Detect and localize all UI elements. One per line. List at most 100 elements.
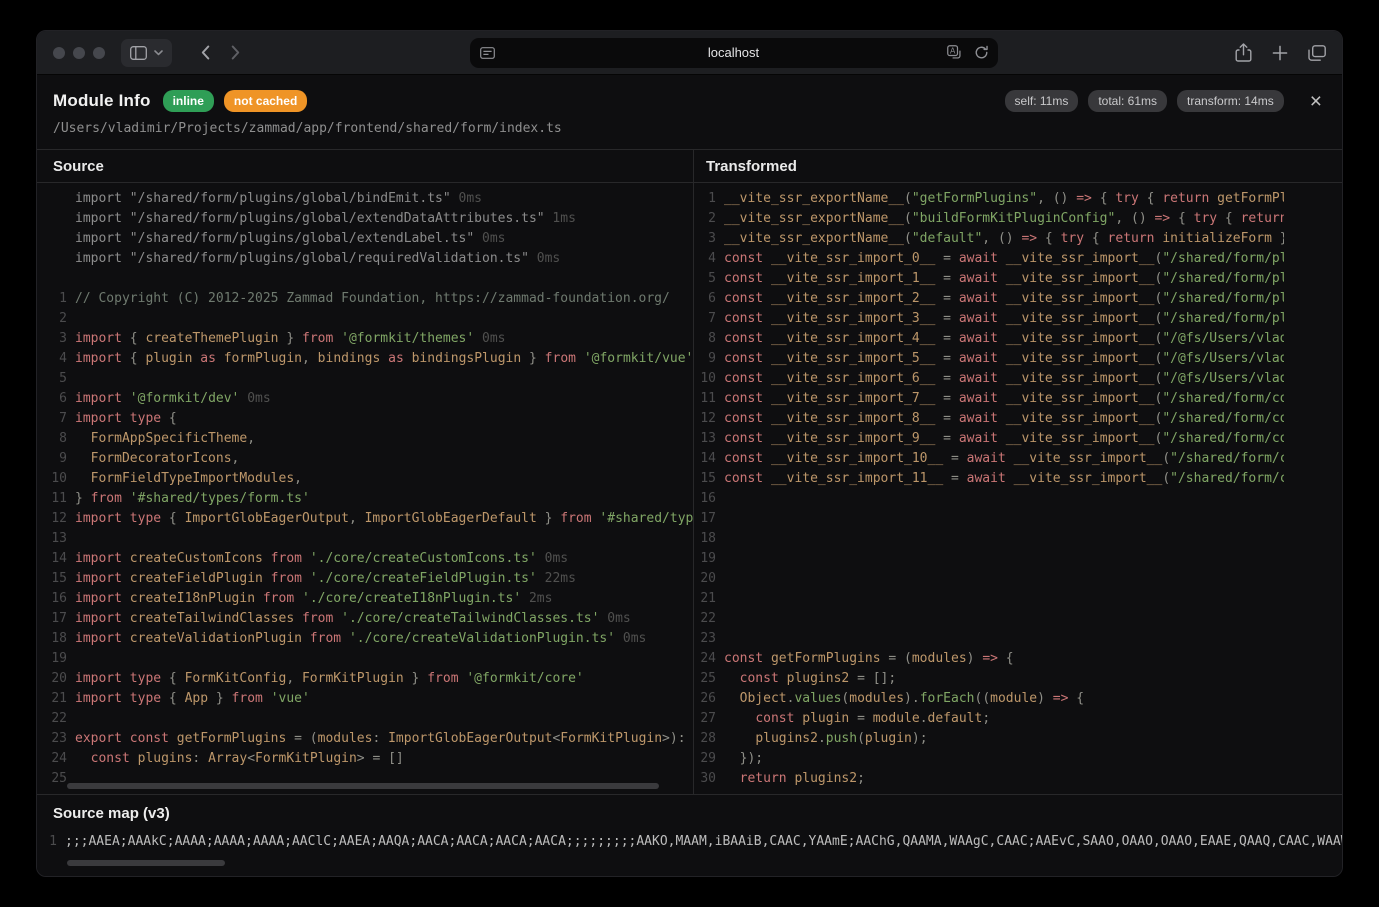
transformed-code-panel[interactable]: 1__vite_ssr_exportName__("getFormPlugins… xyxy=(693,183,1342,794)
desktop-background: localhost A xyxy=(0,0,1379,907)
sidebar-toggle-button[interactable] xyxy=(121,39,172,67)
code-line: import "/shared/form/plugins/global/bind… xyxy=(37,189,693,209)
close-window-button[interactable] xyxy=(53,47,65,59)
code-line: 23 xyxy=(694,629,1342,649)
code-line: 1;;;AAEA;AAAkC;AAAA;AAAA;AAAA;AAClC;AAEA… xyxy=(37,832,1342,852)
source-code-panel[interactable]: import "/shared/form/plugins/global/bind… xyxy=(37,183,693,794)
not-cached-badge: not cached xyxy=(224,90,307,112)
source-panel-title: Source xyxy=(37,150,693,182)
code-line: 1// Copyright (C) 2012-2025 Zammad Found… xyxy=(37,289,693,309)
code-line: 18 xyxy=(694,529,1342,549)
code-line: import "/shared/form/plugins/global/requ… xyxy=(37,249,693,269)
code-line: 7import type { xyxy=(37,409,693,429)
browser-toolbar: localhost A xyxy=(37,31,1342,75)
code-line: 2__vite_ssr_exportName__("buildFormKitPl… xyxy=(694,209,1342,229)
code-line: 12const __vite_ssr_import_8__ = await __… xyxy=(694,409,1342,429)
url-text: localhost xyxy=(470,45,998,60)
code-line: 16import createI18nPlugin from './core/c… xyxy=(37,589,693,609)
code-line: 13 xyxy=(37,529,693,549)
translate-icon[interactable]: A xyxy=(947,45,962,60)
code-line: 11} from '#shared/types/form.ts' xyxy=(37,489,693,509)
code-line: 20 xyxy=(694,569,1342,589)
code-line: 18import createValidationPlugin from './… xyxy=(37,629,693,649)
svg-text:A: A xyxy=(949,47,955,56)
code-line: 17import createTailwindClasses from './c… xyxy=(37,609,693,629)
code-line: 25 const plugins2 = []; xyxy=(694,669,1342,689)
source-horizontal-scrollbar[interactable] xyxy=(67,783,659,789)
new-tab-icon[interactable] xyxy=(1272,45,1288,61)
share-icon[interactable] xyxy=(1235,43,1252,62)
code-line: 24 const plugins: Array<FormKitPlugin> =… xyxy=(37,749,693,769)
code-line: 3import { createThemePlugin } from '@for… xyxy=(37,329,693,349)
page-title: Module Info xyxy=(53,91,151,111)
code-line: 9 FormDecoratorIcons, xyxy=(37,449,693,469)
code-line: 4import { plugin as formPlugin, bindings… xyxy=(37,349,693,369)
panel-headers: Source Transformed xyxy=(37,149,1342,183)
self-time-badge: self: 11ms xyxy=(1005,90,1079,112)
code-line: 24const getFormPlugins = (modules) => { xyxy=(694,649,1342,669)
tab-overview-icon[interactable] xyxy=(1308,45,1326,61)
toolbar-right-actions xyxy=(1235,43,1326,62)
code-line: 22 xyxy=(37,709,693,729)
transformed-code: 1__vite_ssr_exportName__("getFormPlugins… xyxy=(694,189,1342,789)
code-line: 9const __vite_ssr_import_5__ = await __v… xyxy=(694,349,1342,369)
code-line: 13const __vite_ssr_import_9__ = await __… xyxy=(694,429,1342,449)
module-inspect-page: Module Info inline not cached self: 11ms… xyxy=(37,75,1342,876)
close-icon[interactable]: × xyxy=(1306,91,1326,112)
code-line: 4const __vite_ssr_import_0__ = await __v… xyxy=(694,249,1342,269)
code-line: 14const __vite_ssr_import_10__ = await _… xyxy=(694,449,1342,469)
total-time-badge: total: 61ms xyxy=(1088,90,1167,112)
code-line: 12import type { ImportGlobEagerOutput, I… xyxy=(37,509,693,529)
code-line: 22 xyxy=(694,609,1342,629)
source-code: import "/shared/form/plugins/global/bind… xyxy=(37,189,693,789)
code-line: 15import createFieldPlugin from './core/… xyxy=(37,569,693,589)
code-line: 23export const getFormPlugins = (modules… xyxy=(37,729,693,749)
back-button[interactable] xyxy=(190,39,220,67)
sourcemap-horizontal-scrollbar[interactable] xyxy=(67,860,225,866)
sidebar-icon xyxy=(130,46,147,60)
browser-window: localhost A xyxy=(36,30,1343,877)
code-line: 14import createCustomIcons from './core/… xyxy=(37,549,693,569)
zoom-window-button[interactable] xyxy=(93,47,105,59)
code-line: 30 return plugins2; xyxy=(694,769,1342,789)
sourcemap-code: 1;;;AAEA;AAAkC;AAAA;AAAA;AAAA;AAClC;AAEA… xyxy=(37,832,1342,852)
code-line: 15const __vite_ssr_import_11__ = await _… xyxy=(694,469,1342,489)
code-line: 19 xyxy=(694,549,1342,569)
code-line: 8const __vite_ssr_import_4__ = await __v… xyxy=(694,329,1342,349)
code-line: 21 xyxy=(694,589,1342,609)
code-line: 19 xyxy=(37,649,693,669)
minimize-window-button[interactable] xyxy=(73,47,85,59)
chevron-right-icon xyxy=(231,45,240,60)
module-path: /Users/vladimir/Projects/zammad/app/fron… xyxy=(53,121,1326,136)
code-line: 7const __vite_ssr_import_3__ = await __v… xyxy=(694,309,1342,329)
code-line: 3__vite_ssr_exportName__("default", () =… xyxy=(694,229,1342,249)
reload-icon[interactable] xyxy=(974,45,989,60)
code-line: 6import '@formkit/dev' 0ms xyxy=(37,389,693,409)
code-line: 29 }); xyxy=(694,749,1342,769)
transformed-panel-title: Transformed xyxy=(693,150,1342,182)
code-line: 20import type { FormKitConfig, FormKitPl… xyxy=(37,669,693,689)
code-line xyxy=(37,269,693,289)
code-line: 5 xyxy=(37,369,693,389)
address-bar-area: localhost A xyxy=(250,38,1217,68)
sourcemap-section: Source map (v3) 1;;;AAEA;AAAkC;AAAA;AAAA… xyxy=(37,794,1342,876)
code-line: 6const __vite_ssr_import_2__ = await __v… xyxy=(694,289,1342,309)
code-panels: import "/shared/form/plugins/global/bind… xyxy=(37,183,1342,794)
sourcemap-title: Source map (v3) xyxy=(37,805,1342,832)
code-line: 10 FormFieldTypeImportModules, xyxy=(37,469,693,489)
chevron-left-icon xyxy=(201,45,210,60)
code-line: import "/shared/form/plugins/global/exte… xyxy=(37,229,693,249)
code-line: 2 xyxy=(37,309,693,329)
code-line: 16 xyxy=(694,489,1342,509)
inline-badge: inline xyxy=(163,90,214,112)
code-line: 17 xyxy=(694,509,1342,529)
code-line: 5const __vite_ssr_import_1__ = await __v… xyxy=(694,269,1342,289)
transform-time-badge: transform: 14ms xyxy=(1177,90,1284,112)
code-line: 8 FormAppSpecificTheme, xyxy=(37,429,693,449)
code-line: 1__vite_ssr_exportName__("getFormPlugins… xyxy=(694,189,1342,209)
forward-button[interactable] xyxy=(220,39,250,67)
address-bar[interactable]: localhost A xyxy=(470,38,998,68)
chevron-down-icon xyxy=(154,50,163,56)
code-line: 28 plugins2.push(plugin); xyxy=(694,729,1342,749)
code-line: 21import type { App } from 'vue' xyxy=(37,689,693,709)
